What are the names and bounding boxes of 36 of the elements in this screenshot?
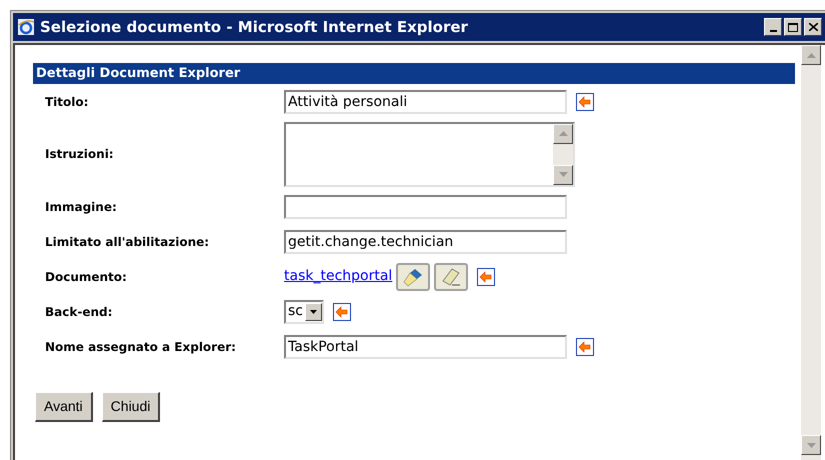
maximize-button[interactable]	[784, 18, 802, 36]
dialog-button[interactable]: Chiudi	[102, 392, 160, 422]
clear-button[interactable]	[434, 262, 468, 290]
scroll-down-button[interactable]	[553, 164, 573, 184]
text-area[interactable]	[284, 122, 575, 186]
field-label: Nome assegnato a Explorer:	[44, 338, 237, 356]
close-button[interactable]	[804, 18, 822, 36]
down-arrow-icon	[558, 172, 568, 177]
dialog-button[interactable]: Avanti	[35, 392, 93, 422]
text-field[interactable]: TaskPortal	[284, 334, 567, 358]
down-arrow-icon	[806, 442, 816, 448]
scroll-up-button[interactable]	[553, 124, 573, 144]
up-arrow-icon	[558, 131, 568, 136]
scrollbar[interactable]	[801, 45, 821, 460]
dropdown-icon	[310, 310, 317, 314]
text-field[interactable]: getit.change.technician	[284, 230, 567, 254]
field-label: Immagine:	[44, 198, 118, 216]
maximize-icon	[788, 22, 798, 32]
backend-select[interactable]: sc	[284, 300, 324, 324]
close-icon	[808, 23, 818, 31]
field-label: Titolo:	[44, 94, 90, 110]
section-title: Dettagli Document Explorer	[36, 64, 240, 83]
field-label: Istruzioni:	[44, 146, 115, 163]
minimize-button[interactable]	[764, 18, 782, 36]
window-title: Selezione documento - Microsoft Internet Explorer	[40, 16, 469, 38]
up-arrow-icon	[806, 52, 816, 58]
field-label: Limitato all'abilitazione:	[44, 234, 210, 250]
document-link[interactable]: task_techportal	[284, 266, 392, 287]
browser-icon	[16, 17, 36, 37]
pick-button[interactable]	[396, 262, 430, 290]
text-field[interactable]: Attività personali	[284, 90, 567, 114]
eraser-icon	[440, 266, 462, 286]
field-label: Documento:	[44, 268, 128, 286]
text-field[interactable]	[284, 194, 567, 218]
minimize-icon	[770, 30, 776, 32]
field-label: Back-end:	[44, 304, 114, 320]
